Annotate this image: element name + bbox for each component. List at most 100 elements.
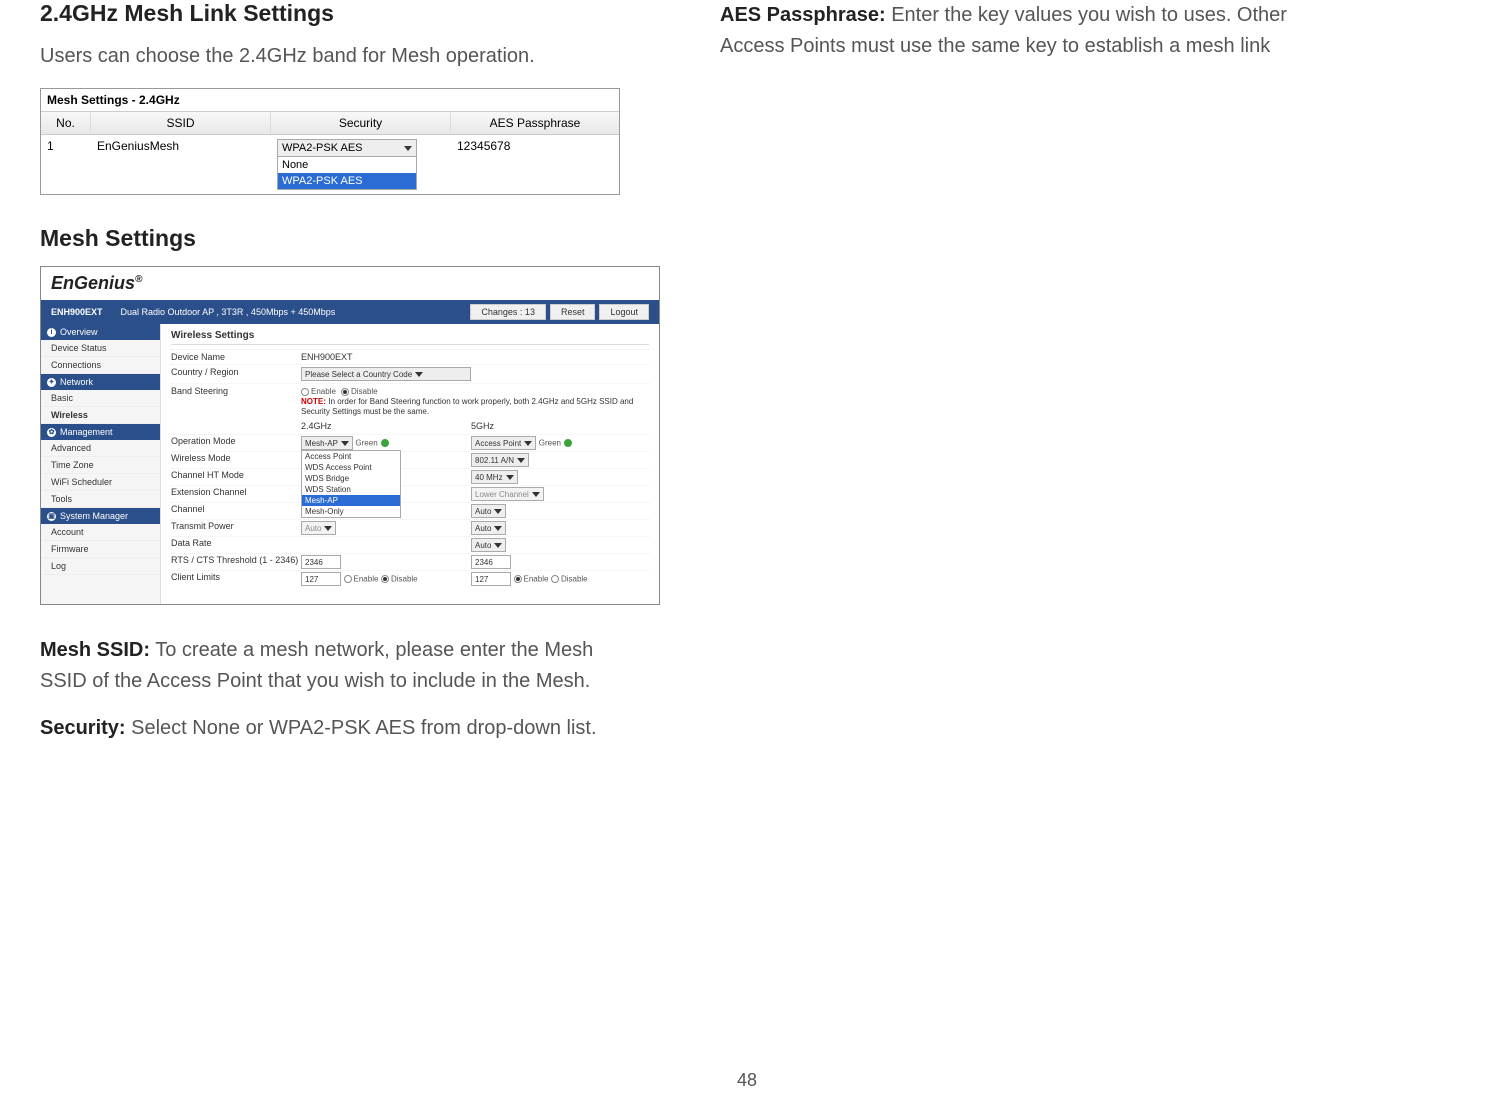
tx-power-24-select[interactable]: Auto	[301, 521, 336, 535]
tx-power-5-select[interactable]: Auto	[471, 521, 506, 535]
ext-channel-5-select[interactable]: Lower Channel	[471, 487, 544, 501]
tx-power-5-text: Auto	[475, 524, 491, 533]
band-steering-label: Band Steering	[171, 386, 301, 396]
op-option-wds-bridge[interactable]: WDS Bridge	[302, 473, 400, 484]
wireless-mode-5-text: 802.11 A/N	[475, 456, 514, 465]
enable-label-cl5: Enable	[524, 575, 549, 584]
ext-channel-5-text: Lower Channel	[475, 490, 529, 499]
note-label: NOTE:	[301, 397, 326, 406]
sidebar-item-device-status[interactable]: Device Status	[41, 340, 160, 357]
op-option-ap[interactable]: Access Point	[302, 451, 400, 462]
sidebar-head-network[interactable]: ✦ Network	[41, 374, 160, 390]
client-limits-24-input[interactable]: 127	[301, 572, 341, 586]
model-name: ENH900EXT	[51, 307, 103, 317]
admin-ui-screenshot: EnGenius® ENH900EXT Dual Radio Outdoor A…	[40, 266, 660, 605]
channel-5-text: Auto	[475, 507, 491, 516]
gear-icon: ✿	[47, 428, 56, 437]
chevron-down-icon	[341, 441, 349, 446]
radio-enable[interactable]	[301, 388, 309, 396]
op-mode-dropdown: Access Point WDS Access Point WDS Bridge…	[301, 450, 401, 518]
op-option-wds-station[interactable]: WDS Station	[302, 484, 400, 495]
sidebar-item-timezone[interactable]: Time Zone	[41, 457, 160, 474]
sidebar-head-overview[interactable]: iOverview	[41, 324, 160, 340]
disable-label: Disable	[351, 387, 378, 396]
sidebar-item-wireless[interactable]: Wireless	[41, 407, 160, 424]
green-label-5: Green	[539, 439, 561, 448]
sidebar-system-label: System Manager	[60, 511, 128, 521]
chevron-down-icon	[324, 526, 332, 531]
device-name-value: ENH900EXT	[301, 352, 649, 362]
col-5ghz: 5GHz	[471, 421, 641, 431]
page-number: 48	[737, 1070, 757, 1091]
op-mode-label: Operation Mode	[171, 436, 301, 450]
sidebar-management-label: Management	[60, 427, 113, 437]
client-limits-5-input[interactable]: 127	[471, 572, 511, 586]
network-icon: ✦	[47, 378, 56, 387]
channel-ht-5-text: 40 MHz	[475, 473, 503, 482]
sidebar-item-connections[interactable]: Connections	[41, 357, 160, 374]
mesh-table-title: Mesh Settings - 2.4GHz	[41, 89, 619, 112]
user-icon: ▣	[47, 512, 56, 521]
security-dropdown[interactable]: WPA2-PSK AES None WPA2-PSK AES	[277, 139, 417, 190]
sidebar-item-advanced[interactable]: Advanced	[41, 440, 160, 457]
green-dot-icon	[564, 439, 572, 447]
rts-5-input[interactable]: 2346	[471, 555, 511, 569]
wireless-mode-label: Wireless Mode	[171, 453, 301, 467]
security-option-none[interactable]: None	[278, 157, 416, 173]
channel-ht-5-select[interactable]: 40 MHz	[471, 470, 518, 484]
sidebar-item-firmware[interactable]: Firmware	[41, 541, 160, 558]
rts-24-input[interactable]: 2346	[301, 555, 341, 569]
disable-label-cl24: Disable	[391, 575, 418, 584]
sidebar-item-log[interactable]: Log	[41, 558, 160, 575]
rts-label: RTS / CTS Threshold (1 - 2346)	[171, 555, 301, 569]
enable-label-cl24: Enable	[354, 575, 379, 584]
sidebar-head-management[interactable]: ✿ Management	[41, 424, 160, 440]
cell-ssid: EnGeniusMesh	[91, 135, 271, 157]
col-header-no: No.	[41, 112, 91, 134]
sidebar-item-basic[interactable]: Basic	[41, 390, 160, 407]
sidebar-item-wifi-scheduler[interactable]: WiFi Scheduler	[41, 474, 160, 491]
chevron-down-icon	[506, 475, 514, 480]
channel-5-select[interactable]: Auto	[471, 504, 506, 518]
security-selected: WPA2-PSK AES	[282, 142, 363, 154]
changes-button[interactable]: Changes : 13	[470, 304, 546, 320]
security-label: Security:	[40, 717, 126, 739]
aes-paragraph: AES Passphrase: Enter the key values you…	[720, 0, 1320, 62]
sidebar-network-label: Network	[60, 377, 93, 387]
radio-disable[interactable]	[341, 388, 349, 396]
op-option-mesh-only[interactable]: Mesh-Only	[302, 506, 400, 517]
data-rate-5-select[interactable]: Auto	[471, 538, 506, 552]
radio-cl5-enable[interactable]	[514, 575, 522, 583]
cell-no: 1	[41, 135, 91, 157]
security-option-wpa2[interactable]: WPA2-PSK AES	[278, 173, 416, 189]
heading-mesh-settings: Mesh Settings	[40, 225, 640, 252]
tx-power-24-text: Auto	[305, 524, 321, 533]
device-name-label: Device Name	[171, 352, 301, 362]
op-mode-24-select[interactable]: Mesh-AP	[301, 436, 353, 450]
sidebar-item-tools[interactable]: Tools	[41, 491, 160, 508]
op-mode-5-select[interactable]: Access Point	[471, 436, 536, 450]
chevron-down-icon	[404, 146, 412, 151]
logout-button[interactable]: Logout	[599, 304, 649, 320]
mesh-table-header: No. SSID Security AES Passphrase	[41, 112, 619, 135]
model-desc: Dual Radio Outdoor AP , 3T3R , 450Mbps +…	[121, 307, 467, 317]
chevron-down-icon	[415, 372, 423, 377]
sidebar-item-account[interactable]: Account	[41, 524, 160, 541]
channel-ht-label: Channel HT Mode	[171, 470, 301, 484]
heading-link-settings: 2.4GHz Mesh Link Settings	[40, 0, 640, 27]
op-option-wds-ap[interactable]: WDS Access Point	[302, 462, 400, 473]
wireless-mode-5-select[interactable]: 802.11 A/N	[471, 453, 529, 467]
radio-cl24-disable[interactable]	[381, 575, 389, 583]
reset-button[interactable]: Reset	[550, 304, 596, 320]
tx-power-label: Transmit Power	[171, 521, 301, 535]
op-mode-5-text: Access Point	[475, 439, 521, 448]
op-option-mesh-ap[interactable]: Mesh-AP	[302, 495, 400, 506]
radio-cl24-enable[interactable]	[344, 575, 352, 583]
green-label-24: Green	[355, 439, 377, 448]
brand-logo: EnGenius®	[51, 273, 142, 294]
sidebar-head-system[interactable]: ▣ System Manager	[41, 508, 160, 524]
main-panel: Wireless Settings Device Name ENH900EXT …	[161, 324, 659, 604]
country-select[interactable]: Please Select a Country Code	[301, 367, 471, 381]
green-dot-icon	[381, 439, 389, 447]
radio-cl5-disable[interactable]	[551, 575, 559, 583]
